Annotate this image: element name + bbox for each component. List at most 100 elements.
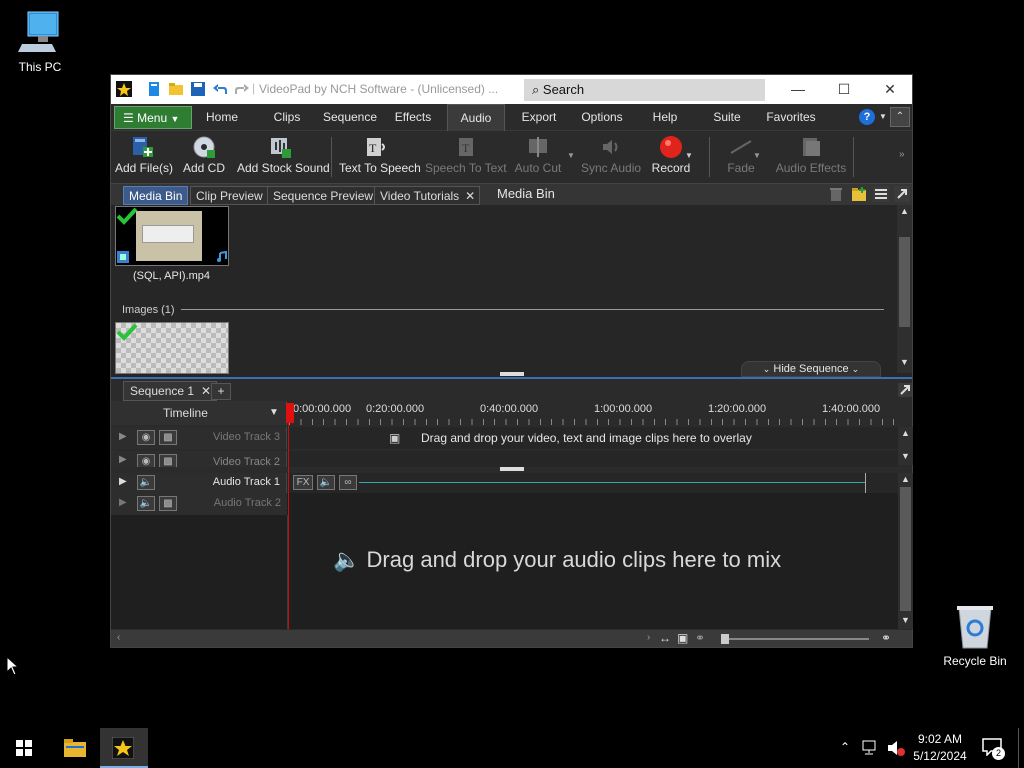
tracks-resize-handle[interactable] [500, 467, 524, 471]
link-icon[interactable]: ∞ [339, 475, 357, 490]
auto-cut-button[interactable]: Auto Cut [513, 135, 563, 181]
timeline-selector[interactable]: Timeline ▼ [111, 401, 287, 425]
zoom-in-icon[interactable]: ⚭ [881, 631, 891, 645]
action-center-button[interactable]: 2 [982, 738, 1005, 760]
expand-track-icon[interactable]: ▶ [119, 454, 127, 465]
search-box[interactable]: ⌕ Search [524, 79, 765, 101]
scroll-right-icon[interactable]: › [647, 632, 650, 643]
desktop-icon-this-pc[interactable]: This PC [0, 10, 80, 74]
scroll-down-icon[interactable]: ▼ [901, 451, 910, 461]
tab-audio[interactable]: Audio [447, 104, 505, 131]
fade-dropdown-icon[interactable]: ▼ [753, 151, 761, 160]
desktop-icon-recycle-bin[interactable]: Recycle Bin [935, 602, 1015, 668]
close-tab-icon[interactable]: ✕ [465, 187, 475, 205]
video-track-3[interactable]: ▶ ◉ ▩ Video Track 3 ▣ Drag and drop your… [111, 427, 898, 449]
zoom-slider-thumb[interactable] [721, 634, 729, 644]
delete-icon[interactable] [829, 187, 843, 202]
add-cd-button[interactable]: Add CD [183, 135, 225, 181]
undock-icon[interactable] [894, 186, 910, 202]
collapse-ribbon-icon[interactable]: ⌃ [890, 107, 910, 127]
tab-clip-preview[interactable]: Clip Preview [190, 186, 269, 205]
timeline-ruler[interactable]: Timeline ▼ 0:00:00.000 0:20:00.000 0:40:… [111, 401, 912, 425]
add-sequence-button[interactable]: + [211, 383, 231, 400]
tab-video-tutorials[interactable]: Video Tutorials ✕ [374, 186, 481, 205]
video-clip-thumbnail[interactable] [115, 206, 229, 266]
zoom-out-icon[interactable]: ⚭ [695, 631, 705, 645]
tab-export[interactable]: Export [515, 104, 563, 131]
start-button[interactable] [0, 728, 48, 768]
speaker-icon[interactable]: 🔈 [317, 475, 335, 490]
tab-effects[interactable]: Effects [391, 104, 435, 131]
taskbar-file-explorer[interactable] [50, 728, 98, 768]
undock-icon[interactable] [898, 383, 912, 397]
show-hidden-icons-icon[interactable]: ⌃ [840, 740, 850, 754]
scroll-up-icon[interactable]: ▲ [901, 474, 910, 484]
speaker-icon[interactable]: 🔈 [137, 475, 155, 490]
scroll-left-icon[interactable]: ‹ [117, 632, 120, 643]
more-tools-icon[interactable]: » [899, 149, 905, 160]
group-icon[interactable]: ▩ [159, 430, 177, 445]
new-project-icon[interactable] [146, 81, 162, 97]
add-files-button[interactable]: Add File(s) [115, 135, 173, 181]
help-dropdown-icon[interactable]: ▼ [879, 112, 887, 121]
group-icon[interactable]: ▩ [159, 454, 177, 467]
audio-tracks-area[interactable]: ▶ 🔈 Audio Track 1 FX 🔈 ∞ ▶ 🔈 ▩ Audio Tra… [111, 473, 898, 629]
add-stock-sound-button[interactable]: Add Stock Sound [237, 135, 330, 181]
save-project-icon[interactable] [190, 81, 206, 97]
list-view-icon[interactable] [873, 186, 889, 202]
audio-clip-line[interactable] [359, 482, 865, 483]
fit-timeline-icon[interactable]: ↔ [659, 631, 671, 645]
open-project-icon[interactable] [168, 81, 184, 97]
image-clip-thumbnail[interactable] [115, 322, 229, 374]
scroll-down-icon[interactable]: ▼ [901, 615, 910, 625]
timeline-hscrollbar[interactable]: ‹ › ↔ ▣ ⚭ ⚭ [111, 630, 912, 647]
speaker-icon[interactable]: 🔈 [137, 496, 155, 511]
taskbar-videopad[interactable] [100, 728, 148, 768]
tab-suite[interactable]: Suite [707, 104, 747, 131]
auto-cut-dropdown-icon[interactable]: ▼ [567, 151, 575, 160]
audio-tracks-scrollbar[interactable]: ▲ ▼ [898, 473, 913, 629]
new-folder-icon[interactable] [851, 186, 867, 202]
tab-sequence-1[interactable]: Sequence 1 ✕ [123, 381, 218, 401]
scroll-down-icon[interactable]: ▼ [900, 357, 909, 367]
close-button[interactable]: ✕ [867, 79, 913, 101]
expand-track-icon[interactable]: ▶ [119, 431, 127, 442]
record-dropdown-icon[interactable]: ▼ [685, 151, 693, 160]
tab-favorites[interactable]: Favorites [759, 104, 823, 131]
hide-sequence-button[interactable]: ⌄ Hide Sequence ⌄ [741, 361, 881, 377]
tab-clips[interactable]: Clips [267, 104, 307, 131]
expand-track-icon[interactable]: ▶ [119, 476, 127, 487]
video-track-2[interactable]: ▶ ◉ ▩ Video Track 2 [111, 451, 898, 467]
show-desktop-button[interactable] [1018, 728, 1019, 768]
eye-icon[interactable]: ◉ [137, 430, 155, 445]
playhead-marker[interactable] [286, 403, 294, 423]
video-tracks-scrollbar[interactable]: ▲ ▼ [898, 427, 913, 465]
tab-sequence-preview[interactable]: Sequence Preview [267, 186, 380, 205]
zoom-fit-icon[interactable]: ▣ [677, 631, 688, 645]
maximize-button[interactable]: ☐ [821, 79, 867, 101]
fx-button[interactable]: FX [293, 475, 313, 490]
redo-icon[interactable] [234, 81, 250, 97]
scroll-up-icon[interactable]: ▲ [901, 428, 910, 438]
scrollbar-thumb[interactable] [899, 237, 910, 327]
scroll-up-icon[interactable]: ▲ [900, 206, 909, 216]
tab-media-bin[interactable]: Media Bin [123, 186, 189, 205]
menu-button[interactable]: ☰ Menu ▼ [114, 106, 192, 129]
network-icon[interactable] [862, 740, 880, 756]
sync-audio-button[interactable]: Sync Audio [581, 135, 641, 181]
tab-sequence[interactable]: Sequence [319, 104, 381, 131]
media-bin-scrollbar[interactable]: ▲ ▼ [897, 205, 912, 373]
undo-icon[interactable] [212, 81, 228, 97]
tab-options[interactable]: Options [575, 104, 629, 131]
scrollbar-thumb[interactable] [900, 487, 911, 611]
volume-muted-icon[interactable] [886, 740, 906, 756]
speech-to-text-button[interactable]: T Speech To Text [425, 135, 507, 181]
eye-icon[interactable]: ◉ [137, 454, 155, 467]
help-icon[interactable]: ? [859, 109, 875, 125]
text-to-speech-button[interactable]: T Text To Speech [339, 135, 421, 181]
tab-home[interactable]: Home [199, 104, 245, 131]
clock[interactable]: 9:02 AM 5/12/2024 [912, 732, 968, 763]
panel-resize-handle[interactable] [500, 372, 524, 376]
audio-track-1[interactable]: ▶ 🔈 Audio Track 1 FX 🔈 ∞ [111, 473, 898, 493]
zoom-slider-track[interactable] [721, 638, 869, 640]
